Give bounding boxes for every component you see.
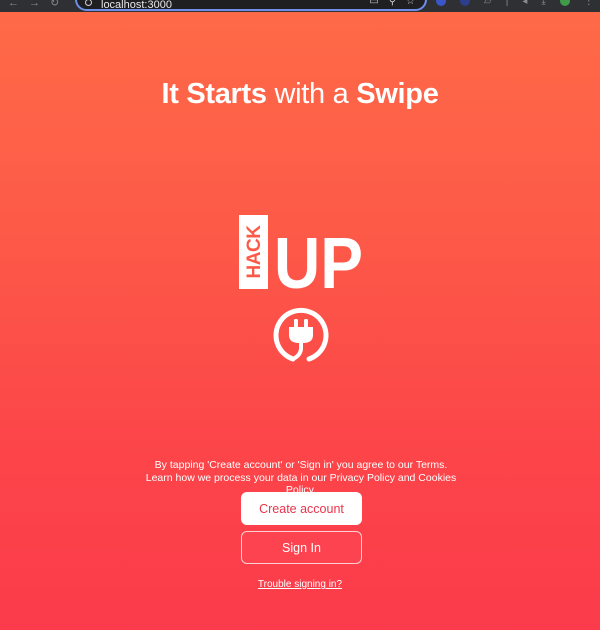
menu-icon[interactable]: ⋮ bbox=[584, 0, 594, 7]
download-icon[interactable]: ⤓ bbox=[541, 0, 545, 7]
forward-icon[interactable]: → bbox=[29, 0, 40, 9]
omnibox-icons: ▭ ⚲ ☆ bbox=[369, 0, 415, 7]
page-title: It Starts with a Swipe bbox=[0, 78, 600, 111]
landing-page: It Starts with a Swipe HACK UP By tappin… bbox=[0, 12, 600, 630]
terms-text: By tapping 'Create account' or 'Sign in'… bbox=[145, 459, 457, 496]
extension-icon[interactable] bbox=[436, 0, 446, 6]
hackup-logo: HACK UP bbox=[239, 215, 363, 291]
logo-small-text: HACK bbox=[244, 225, 265, 279]
create-account-button[interactable]: Create account bbox=[241, 492, 362, 525]
bookmark-star-icon[interactable]: ☆ bbox=[406, 0, 415, 7]
address-url[interactable]: localhost:3000 bbox=[101, 0, 172, 11]
profile-avatar[interactable] bbox=[559, 0, 570, 6]
logo-large-text: UP bbox=[274, 224, 363, 291]
back-icon[interactable]: ← bbox=[8, 0, 19, 9]
plug-icon bbox=[273, 307, 329, 362]
puzzle-icon[interactable]: ▱ bbox=[484, 0, 492, 7]
sign-in-button[interactable]: Sign In bbox=[241, 531, 362, 564]
pipe-divider: | bbox=[505, 0, 509, 7]
reload-icon[interactable]: ↻ bbox=[50, 0, 59, 9]
site-info-icon[interactable] bbox=[85, 0, 92, 6]
tab-search-icon[interactable]: ◂ bbox=[522, 0, 527, 7]
headline-part-2: with a bbox=[266, 78, 357, 110]
headline-part-3: Swipe bbox=[356, 78, 439, 110]
extension-icons: ▱ | ◂ ⤓ ⋮ bbox=[436, 0, 594, 7]
zoom-icon[interactable]: ⚲ bbox=[389, 0, 396, 7]
address-bar[interactable]: localhost:3000 ▭ ⚲ ☆ bbox=[75, 0, 427, 11]
cast-icon[interactable]: ▭ bbox=[369, 0, 378, 7]
headline-part-1: It Starts bbox=[161, 78, 267, 110]
browser-toolbar: ← → ↻ localhost:3000 ▭ ⚲ ☆ ▱ | ◂ ⤓ ⋮ bbox=[0, 0, 600, 12]
extension-icon[interactable] bbox=[460, 0, 470, 6]
browser-nav: ← → ↻ bbox=[8, 0, 59, 9]
trouble-signing-in-link[interactable]: Trouble signing in? bbox=[0, 579, 600, 590]
